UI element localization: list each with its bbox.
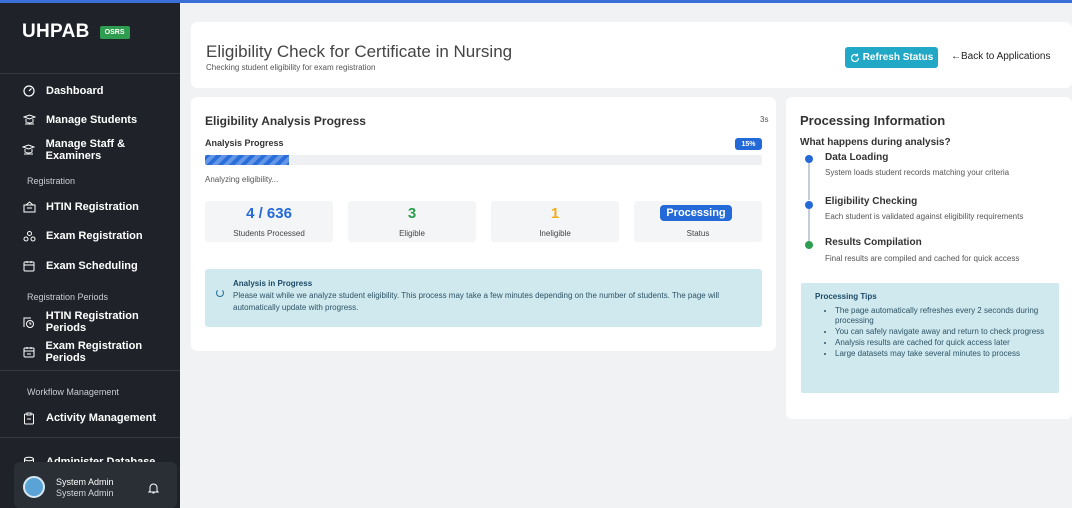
- step-title: Eligibility Checking: [825, 196, 918, 207]
- user-card[interactable]: System Admin System Admin: [14, 462, 177, 508]
- staff-icon: [22, 143, 36, 157]
- step-desc: Each student is validated against eligib…: [825, 212, 1024, 221]
- back-to-applications-link[interactable]: ←Back to Applications: [951, 51, 1051, 62]
- sidebar-item-label: Exam Registration Periods: [45, 340, 143, 364]
- timeline-line: [808, 209, 810, 241]
- tip-item: Analysis results are cached for quick ac…: [835, 338, 1055, 348]
- analysis-title: Eligibility Analysis Progress: [205, 114, 366, 128]
- brand-name: UHPAB: [22, 21, 90, 42]
- stat-value: 3: [407, 205, 417, 222]
- dashboard-icon: [22, 84, 36, 98]
- processing-info-card: Processing Information What happens duri…: [786, 97, 1072, 419]
- sidebar-item-label: HTIN Registration Periods: [45, 310, 139, 334]
- sidebar-item-activity-management[interactable]: Activity Management: [22, 408, 156, 428]
- section-registration-periods: Registration Periods: [27, 292, 109, 302]
- status-badge: Processing: [660, 205, 732, 221]
- htin-icon: [22, 200, 36, 214]
- sidebar-divider: [0, 437, 180, 438]
- sidebar-item-label: Dashboard: [46, 85, 104, 97]
- back-label: Back to Applications: [961, 51, 1051, 62]
- bell-icon[interactable]: [147, 481, 160, 499]
- stat-ineligible: 1 Ineligible: [491, 201, 619, 242]
- sidebar-item-exam-registration[interactable]: Exam Registration: [22, 226, 143, 246]
- sidebar-item-label: Exam Registration: [46, 230, 143, 242]
- tips-list: The page automatically refreshes every 2…: [835, 306, 1055, 360]
- analysis-in-progress-alert: Analysis in Progress Please wait while w…: [205, 269, 762, 327]
- alert-text: Please wait while we analyze student eli…: [233, 291, 720, 312]
- timeline-line: [808, 163, 810, 200]
- tip-item: Large datasets may take several minutes …: [835, 349, 1055, 359]
- stat-value: 1: [550, 205, 560, 222]
- sidebar: UHPAB OSRS Dashboard Manage Students Man…: [0, 3, 180, 508]
- stat-status: Processing Status: [634, 201, 762, 242]
- analysis-card: Eligibility Analysis Progress 3s Analysi…: [191, 97, 776, 351]
- exam-registration-icon: [22, 229, 36, 243]
- sidebar-item-manage-staff[interactable]: Manage Staff & Examiners: [22, 138, 180, 162]
- stat-label: Eligible: [399, 229, 425, 238]
- sidebar-item-exam-registration-periods[interactable]: Exam Registration Periods: [22, 340, 180, 364]
- refresh-label: Refresh Status: [862, 52, 934, 63]
- sidebar-item-label: Manage Staff & Examiners: [45, 138, 126, 162]
- sidebar-item-dashboard[interactable]: Dashboard: [22, 81, 103, 101]
- progress-bar: [205, 155, 762, 165]
- step-desc: Final results are compiled and cached fo…: [825, 254, 1020, 263]
- sidebar-item-label: Exam Scheduling: [46, 260, 138, 272]
- progress-status-text: Analyzing eligibility...: [205, 175, 279, 184]
- user-role: System Admin: [56, 488, 114, 498]
- section-registration: Registration: [27, 176, 76, 186]
- processing-title: Processing Information: [800, 113, 946, 128]
- progress-percent-badge: 15%: [735, 138, 762, 150]
- calendar-icon: [22, 259, 36, 273]
- processing-tips: Processing Tips The page automatically r…: [801, 283, 1059, 393]
- refresh-status-button[interactable]: Refresh Status: [845, 47, 938, 68]
- elapsed-time: 3s: [760, 115, 769, 124]
- page-header: Eligibility Check for Certificate in Nur…: [191, 22, 1072, 88]
- tip-item: You can safely navigate away and return …: [835, 327, 1055, 337]
- sidebar-item-htin-registration[interactable]: HTIN Registration: [22, 197, 139, 217]
- user-name: System Admin: [56, 477, 114, 487]
- stat-value: 4 / 636: [246, 205, 292, 222]
- clipboard-icon: [22, 411, 36, 425]
- step-desc: System loads student records matching yo…: [825, 168, 1010, 177]
- stat-label: Ineligible: [539, 229, 571, 238]
- refresh-icon: [850, 53, 859, 62]
- avatar: [23, 476, 45, 498]
- tips-title: Processing Tips: [815, 292, 877, 301]
- spinner-icon: [216, 289, 224, 297]
- processing-question: What happens during analysis?: [800, 137, 951, 148]
- stat-label: Status: [686, 229, 710, 238]
- sidebar-divider: [0, 370, 180, 371]
- step-dot: [805, 155, 813, 163]
- step-title: Data Loading: [825, 152, 889, 163]
- page-subtitle: Checking student eligibility for exam re…: [206, 63, 376, 72]
- stat-students-processed: 4 / 636 Students Processed: [205, 201, 333, 242]
- tip-item: The page automatically refreshes every 2…: [835, 306, 1055, 326]
- brand-badge: OSRS: [99, 25, 130, 39]
- progress-bar-fill: [205, 155, 289, 165]
- sidebar-item-exam-scheduling[interactable]: Exam Scheduling: [22, 256, 138, 276]
- sidebar-item-manage-students[interactable]: Manage Students: [22, 110, 137, 130]
- step-dot: [805, 201, 813, 209]
- sidebar-item-label: HTIN Registration: [46, 201, 139, 213]
- progress-label: Analysis Progress: [205, 138, 284, 148]
- stat-eligible: 3 Eligible: [348, 201, 476, 242]
- page-title: Eligibility Check for Certificate in Nur…: [206, 42, 513, 61]
- sidebar-item-htin-registration-periods[interactable]: HTIN Registration Periods: [22, 310, 180, 334]
- sidebar-divider: [0, 73, 180, 74]
- brand[interactable]: UHPAB OSRS: [22, 21, 130, 43]
- step-title: Results Compilation: [825, 237, 922, 248]
- section-workflow-management: Workflow Management: [27, 387, 119, 397]
- stat-label: Students Processed: [233, 229, 305, 238]
- step-dot: [805, 241, 813, 249]
- sidebar-item-label: Activity Management: [46, 412, 157, 424]
- arrow-left-icon: ←: [951, 51, 961, 62]
- calendar-period-icon: [22, 345, 35, 359]
- alert-title: Analysis in Progress: [233, 279, 313, 288]
- period-icon: [22, 315, 36, 329]
- sidebar-item-label: Manage Students: [46, 114, 138, 126]
- students-icon: [22, 113, 36, 127]
